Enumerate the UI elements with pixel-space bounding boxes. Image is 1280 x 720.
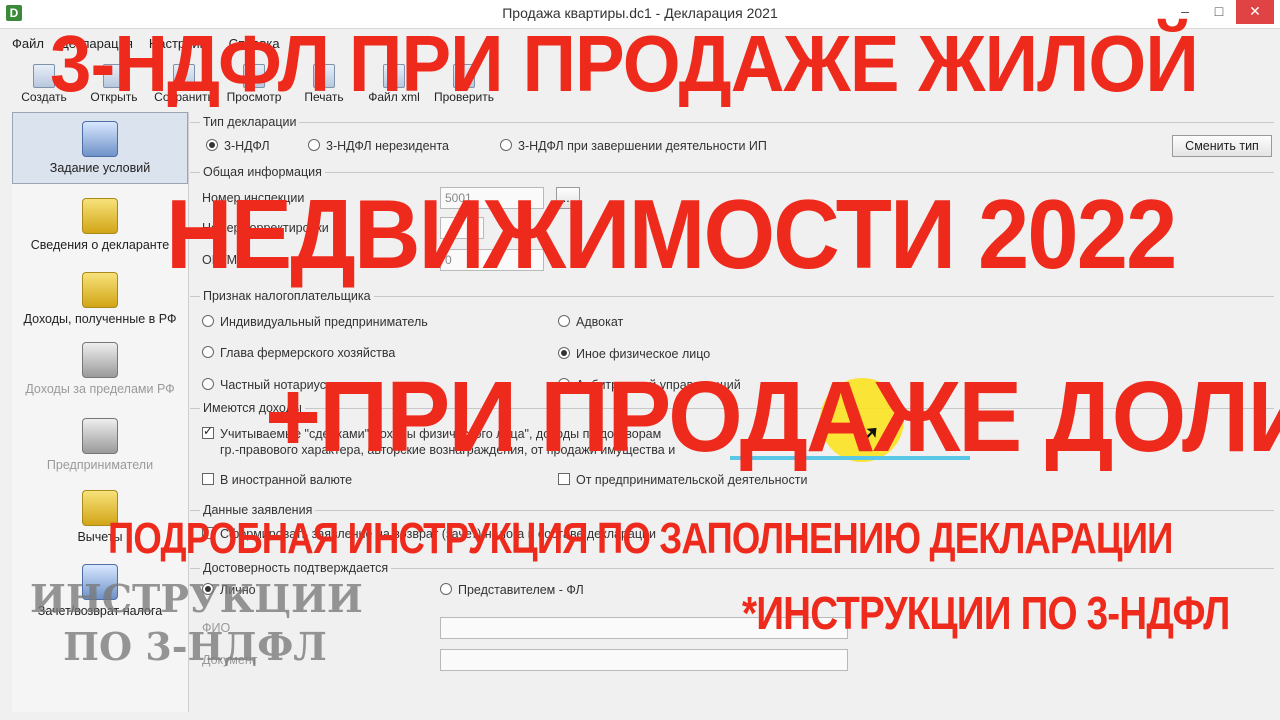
coins-icon [82, 272, 118, 308]
overlay-headline-3: +ПРИ ПРОДАЖЕ ДОЛИ [265, 361, 1280, 473]
radio-representative[interactable]: Представителем - ФЛ [440, 583, 584, 597]
radio-mark [202, 346, 214, 358]
close-button[interactable]: ✕ [1236, 0, 1274, 24]
change-type-button[interactable]: Сменить тип [1172, 135, 1272, 157]
group-legend: Признак налогоплательщика [200, 289, 374, 303]
checkbox-mark [202, 424, 214, 439]
money-bag-icon [82, 342, 118, 378]
radio-other-individual[interactable]: Иное физическое лицо [558, 347, 710, 361]
radio-3ndfl-ip-closing[interactable]: 3-НДФЛ при завершении деятельности ИП [500, 139, 767, 153]
sidebar-item-declarant[interactable]: Сведения о декларанте [12, 190, 188, 262]
sidebar-item-income-rf[interactable]: Доходы, полученные в РФ [12, 264, 188, 336]
checkbox-foreign-currency[interactable]: В иностранной валюте [202, 473, 352, 487]
sidebar-item-entrepreneurs[interactable]: Предприниматели [12, 410, 188, 482]
menu-item-file[interactable]: Файл [12, 36, 44, 56]
checkbox-label: От предпринимательской деятельности [576, 473, 808, 487]
overlay-tagline: *ИНСТРУКЦИИ ПО 3-НДФЛ [742, 587, 1230, 639]
sidebar: Задание условий Сведения о декларанте До… [12, 112, 189, 712]
maximize-button[interactable]: □ [1202, 0, 1236, 24]
watermark-line2: ПО 3-НДФЛ [63, 624, 327, 669]
overlay-headline-1: 3-НДФЛ ПРИ ПРОДАЖЕ ЖИЛОЙ [50, 19, 1199, 108]
radio-mark [440, 583, 452, 595]
watermark-line1: ИНСТРУКЦИИ [30, 576, 363, 621]
group-declaration-type: Тип декларации 3-НДФЛ 3-НДФЛ нерезидента… [190, 115, 1274, 168]
radio-lawyer[interactable]: Адвокат [558, 315, 623, 329]
radio-3ndfl-nonresident[interactable]: 3-НДФЛ нерезидента [308, 139, 449, 153]
radio-label: Представителем - ФЛ [458, 583, 584, 597]
radio-farm-head[interactable]: Глава фермерского хозяйства [202, 346, 395, 360]
radio-label: 3-НДФЛ [224, 139, 270, 153]
radio-label: Глава фермерского хозяйства [220, 346, 396, 360]
radio-mark [202, 378, 214, 390]
radio-label: Иное физическое лицо [576, 347, 711, 361]
radio-label: 3-НДФЛ при завершении деятельности ИП [518, 139, 767, 153]
sidebar-item-income-abroad[interactable]: Доходы за пределами РФ [12, 334, 188, 406]
conditions-icon [82, 121, 118, 157]
overlay-headline-2: НЕДВИЖИМОСТИ 2022 [166, 179, 1177, 289]
checkbox-mark [202, 473, 214, 485]
group-legend: Общая информация [200, 165, 325, 179]
radio-mark [500, 139, 512, 151]
radio-mark [206, 139, 218, 151]
radio-mark [558, 347, 570, 359]
entrepreneur-icon [82, 418, 118, 454]
radio-label: 3-НДФЛ нерезидента [326, 139, 449, 153]
radio-mark [308, 139, 320, 151]
radio-mark [202, 315, 214, 327]
declarant-icon [82, 198, 118, 234]
document-input[interactable] [440, 649, 848, 671]
checkbox-label: В иностранной валюте [220, 473, 353, 487]
radio-label: Индивидуальный предприниматель [220, 315, 428, 329]
group-legend: Тип декларации [200, 115, 300, 129]
radio-individual-entrepreneur[interactable]: Индивидуальный предприниматель [202, 315, 428, 329]
checkbox-business-income[interactable]: От предпринимательской деятельности [558, 473, 807, 487]
radio-mark [558, 315, 570, 327]
overlay-subtitle: ПОДРОБНАЯ ИНСТРУКЦИЯ ПО ЗАПОЛНЕНИЮ ДЕКЛА… [108, 514, 1173, 563]
radio-3ndfl[interactable]: 3-НДФЛ [206, 139, 270, 153]
radio-label: Адвокат [576, 315, 624, 329]
sidebar-item-conditions[interactable]: Задание условий [12, 112, 188, 184]
